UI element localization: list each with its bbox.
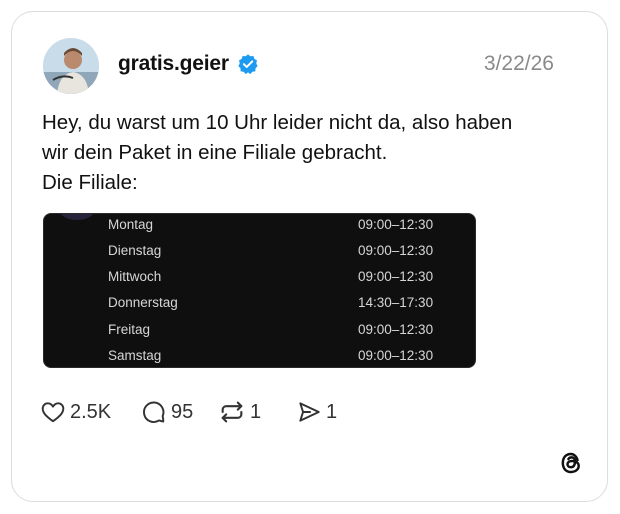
- hours-time: 09:00–12:30: [358, 322, 434, 337]
- reply-count: 95: [171, 400, 194, 423]
- hours-time: 09:00–12:30: [358, 348, 434, 363]
- action-bar: 2.5K 95 1 1: [40, 398, 440, 426]
- hours-time: 09:00–12:30: [358, 217, 434, 232]
- like-count: 2.5K: [70, 400, 112, 423]
- share-button[interactable]: 1: [296, 398, 337, 426]
- hours-row: Mittwoch 09:00–12:30: [44, 267, 475, 293]
- post-text: Hey, du warst um 10 Uhr leider nicht da,…: [42, 108, 582, 198]
- share-icon: [299, 402, 320, 422]
- hours-row: Montag 09:00–12:30: [44, 215, 475, 241]
- repost-button[interactable]: 1: [218, 398, 261, 426]
- post-card: gratis.geier 3/22/26 Hey, du warst um 10…: [11, 11, 608, 502]
- hours-time: 09:00–12:30: [358, 243, 434, 258]
- hours-row: Donnerstag 14:30–17:30: [44, 293, 475, 319]
- username[interactable]: gratis.geier: [118, 52, 229, 76]
- avatar[interactable]: [43, 38, 99, 94]
- hours-day: Samstag: [108, 348, 162, 363]
- hours-time: 14:30–17:30: [358, 295, 434, 310]
- reply-icon: [143, 401, 165, 423]
- like-button[interactable]: 2.5K: [40, 398, 111, 426]
- repost-count: 1: [250, 400, 262, 423]
- verified-badge-icon: [238, 54, 258, 75]
- repost-icon: [221, 401, 243, 423]
- threads-logo-icon[interactable]: [557, 449, 585, 477]
- share-count: 1: [326, 400, 338, 423]
- post-text-line: wir dein Paket in eine Filiale gebracht.: [42, 141, 388, 164]
- post-date: 3/22/26: [483, 52, 554, 75]
- hours-day: Dienstag: [108, 243, 162, 258]
- hours-time: 09:00–12:30: [358, 269, 434, 284]
- heart-icon: [41, 402, 65, 423]
- opening-hours-image[interactable]: Montag 09:00–12:30 Dienstag 09:00–12:30 …: [43, 213, 476, 368]
- post-text-line: Hey, du warst um 10 Uhr leider nicht da,…: [42, 111, 513, 134]
- hours-day: Donnerstag: [108, 295, 178, 310]
- reply-button[interactable]: 95: [141, 398, 193, 426]
- hours-row: Freitag 09:00–12:30: [44, 320, 475, 346]
- hours-row: Samstag 09:00–12:30: [44, 346, 475, 367]
- post-text-line: Die Filiale:: [42, 171, 138, 194]
- hours-day: Montag: [108, 217, 154, 232]
- hours-day: Freitag: [108, 322, 151, 337]
- hours-day: Mittwoch: [108, 269, 162, 284]
- hours-row: Dienstag 09:00–12:30: [44, 241, 475, 267]
